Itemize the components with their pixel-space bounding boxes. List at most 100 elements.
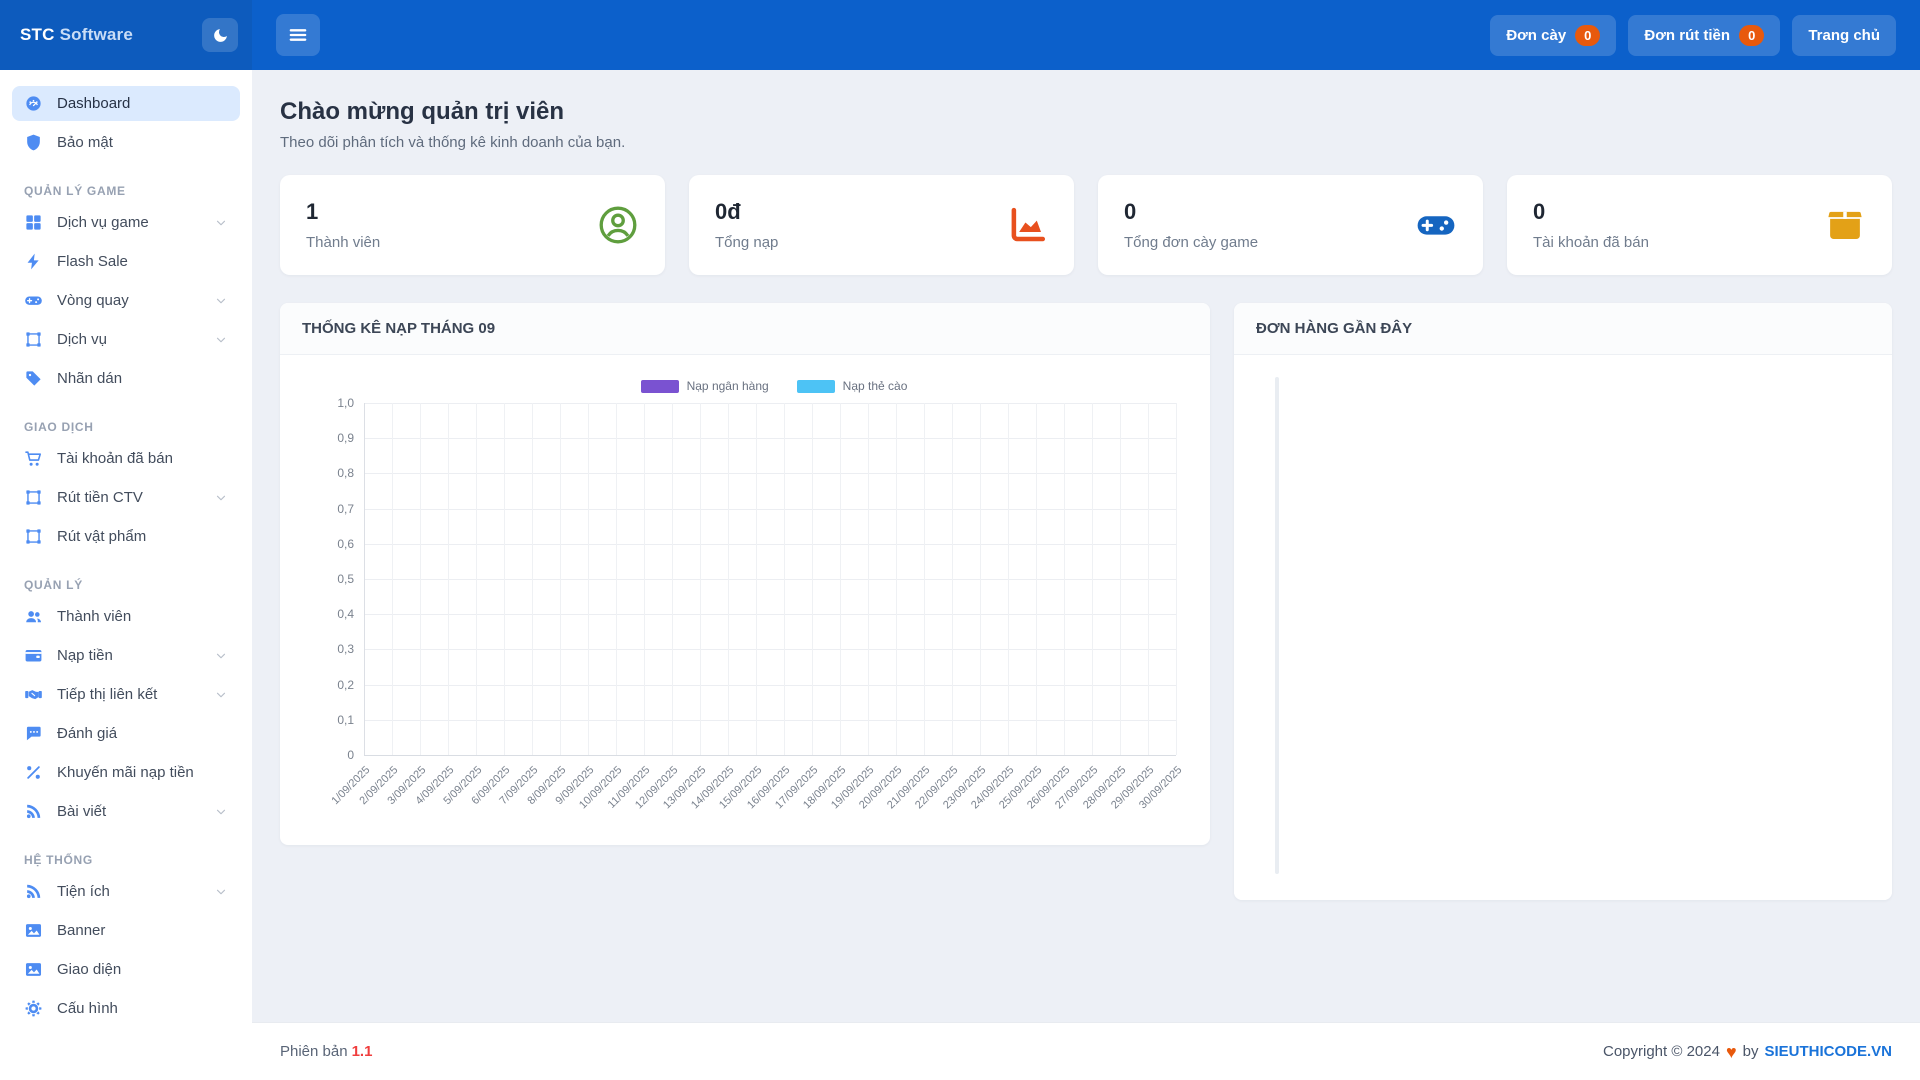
image-icon — [24, 960, 43, 979]
gridline — [616, 403, 617, 755]
stat-card-tai-khoan-da-ban: 0Tài khoản đã bán — [1507, 175, 1892, 275]
sidebar-item-label: Giao diện — [57, 961, 121, 978]
topbar-button-don-cay[interactable]: Đơn cày0 — [1490, 15, 1616, 56]
y-tick-label: 0,6 — [337, 537, 354, 551]
panels-row: THỐNG KÊ NẠP THÁNG 09 Nạp ngân hàngNạp t… — [280, 303, 1892, 900]
topbar-button-label: Đơn rút tiền — [1644, 27, 1730, 44]
stat-card-tong-nap: 0đTổng nạp — [689, 175, 1074, 275]
gridline — [1008, 403, 1009, 755]
sidebar-item-label: Tiếp thị liên kết — [57, 686, 157, 703]
orders-timeline-track — [1275, 377, 1279, 874]
sidebar-item-rut-vat-pham[interactable]: Rút vật phẩm — [12, 519, 240, 554]
blog-icon — [24, 802, 43, 821]
sidebar-item-label: Bài viết — [57, 803, 106, 820]
legend-item-nap-ngan-hang[interactable]: Nạp ngân hàng — [641, 379, 769, 393]
sidebar-item-vong-quay[interactable]: Vòng quay — [12, 283, 240, 318]
gridline — [1036, 403, 1037, 755]
sidebar-item-flash-sale[interactable]: Flash Sale — [12, 244, 240, 279]
frame-icon — [24, 330, 43, 349]
stat-label: Tài khoản đã bán — [1533, 234, 1649, 251]
sidebar-item-dich-vu-game[interactable]: Dịch vụ game — [12, 205, 240, 240]
stat-card-text: 0Tổng đơn cày game — [1124, 199, 1258, 251]
sidebar-item-dich-vu[interactable]: Dịch vụ — [12, 322, 240, 357]
sidebar-item-cau-hinh[interactable]: Cấu hình — [12, 991, 240, 1026]
sidebar-toggle-button[interactable] — [276, 14, 320, 56]
legend-swatch — [797, 380, 835, 393]
gridline — [1120, 403, 1121, 755]
legend-label: Nạp ngân hàng — [687, 379, 769, 393]
gridline — [1092, 403, 1093, 755]
deposit-chart: Nạp ngân hàngNạp thẻ cào 1,00,90,80,70,6… — [280, 355, 1210, 845]
sidebar-item-bao-mat[interactable]: Bảo mật — [12, 125, 240, 160]
brand-name-bold: STC — [20, 25, 55, 44]
y-tick-label: 0,4 — [337, 607, 354, 621]
sidebar-item-khuyen-mai-nap-tien[interactable]: Khuyến mãi nạp tiền — [12, 755, 240, 790]
sidebar-item-label: Đánh giá — [57, 725, 117, 742]
sidebar-item-bai-viet[interactable]: Bài viết — [12, 794, 240, 829]
sidebar-section-title: QUẢN LÝ GAME — [24, 184, 228, 198]
legend-item-nap-the-cao[interactable]: Nạp thẻ cào — [797, 379, 908, 393]
chevron-down-icon — [214, 491, 228, 505]
gridline — [476, 403, 477, 755]
y-tick-label: 0,1 — [337, 713, 354, 727]
legend-label: Nạp thẻ cào — [843, 379, 908, 393]
menu-icon — [288, 25, 308, 45]
recent-orders-title: ĐƠN HÀNG GẦN ĐÂY — [1234, 303, 1892, 355]
gridline — [532, 403, 533, 755]
sidebar-item-rut-tien-ctv[interactable]: Rút tiền CTV — [12, 480, 240, 515]
footer-site-link[interactable]: SIEUTHICODE.VN — [1764, 1043, 1892, 1060]
sidebar-item-tiep-thi-lien-ket[interactable]: Tiếp thị liên kết — [12, 677, 240, 712]
cart-icon — [24, 449, 43, 468]
frame-icon — [24, 527, 43, 546]
user-circle-icon — [597, 204, 639, 246]
chevron-down-icon — [214, 649, 228, 663]
sidebar-item-label: Banner — [57, 922, 105, 939]
footer-copyright-text: Copyright © 2024 — [1603, 1043, 1720, 1060]
stat-value: 1 — [306, 199, 380, 225]
sidebar-item-tai-khoan-da-ban[interactable]: Tài khoản đã bán — [12, 441, 240, 476]
gridline — [364, 438, 1176, 439]
sidebar-item-dashboard[interactable]: Dashboard — [12, 86, 240, 121]
sidebar-item-label: Tài khoản đã bán — [57, 450, 173, 467]
sidebar-item-label: Thành viên — [57, 608, 131, 625]
count-badge: 0 — [1575, 25, 1600, 46]
sidebar-item-banner[interactable]: Banner — [12, 913, 240, 948]
chart-area-icon — [1006, 204, 1048, 246]
sidebar-item-nhan-dan[interactable]: Nhãn dán — [12, 361, 240, 396]
frame-icon — [24, 488, 43, 507]
gridline — [364, 755, 1176, 756]
footer-copyright: Copyright © 2024 ♥ by SIEUTHICODE.VN — [1603, 1043, 1892, 1061]
y-tick-label: 0,8 — [337, 466, 354, 480]
wallet-icon — [24, 646, 43, 665]
gridline — [392, 403, 393, 755]
sidebar-item-tien-ich[interactable]: Tiện ích — [12, 874, 240, 909]
sidebar-item-thanh-vien[interactable]: Thành viên — [12, 599, 240, 634]
sidebar-item-nap-tien[interactable]: Nạp tiền — [12, 638, 240, 673]
sidebar-item-label: Dashboard — [57, 95, 130, 112]
footer-by-text: by — [1743, 1043, 1759, 1060]
gridline — [840, 403, 841, 755]
sidebar-item-danh-gia[interactable]: Đánh giá — [12, 716, 240, 751]
gridline — [364, 579, 1176, 580]
tag-icon — [24, 369, 43, 388]
chevron-down-icon — [214, 688, 228, 702]
sidebar-item-giao-dien[interactable]: Giao diện — [12, 952, 240, 987]
stat-value: 0 — [1124, 199, 1258, 225]
legend-swatch — [641, 380, 679, 393]
gridline — [728, 403, 729, 755]
sidebar-item-label: Flash Sale — [57, 253, 128, 270]
stat-label: Thành viên — [306, 234, 380, 251]
recent-orders-panel: ĐƠN HÀNG GẦN ĐÂY — [1234, 303, 1892, 900]
dark-mode-toggle[interactable] — [202, 18, 238, 52]
topbar-button-don-rut-tien[interactable]: Đơn rút tiền0 — [1628, 15, 1780, 56]
footer-version: Phiên bản1.1 — [280, 1043, 372, 1060]
gridline — [364, 403, 1176, 404]
footer-version-prefix: Phiên bản — [280, 1043, 348, 1060]
stat-value: 0đ — [715, 199, 778, 225]
gridline — [868, 403, 869, 755]
gridline — [364, 649, 1176, 650]
topbar-button-trang-chu[interactable]: Trang chủ — [1792, 15, 1896, 56]
stat-card-text: 1 Thành viên — [306, 199, 380, 251]
sidebar-item-label: Nạp tiền — [57, 647, 113, 664]
sidebar-item-label: Dịch vụ game — [57, 214, 149, 231]
